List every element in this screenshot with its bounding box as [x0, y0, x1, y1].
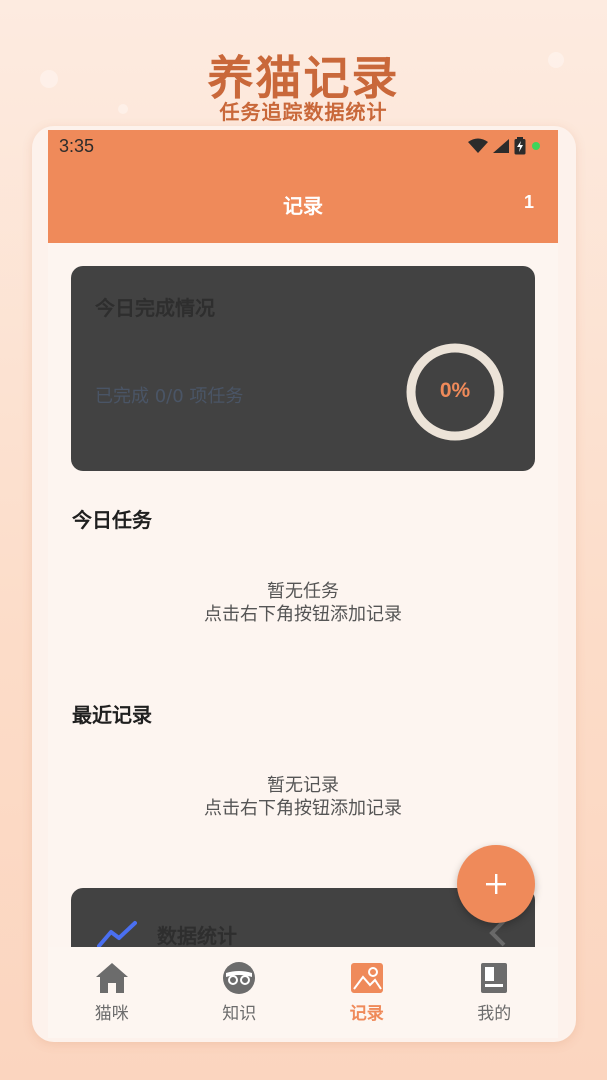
cat-face-icon [223, 962, 256, 994]
nav-item-cats[interactable]: 猫咪 [48, 947, 175, 1038]
today-tasks-empty: 暂无任务 点击右下角按钮添加记录 [48, 580, 558, 626]
nav-item-records[interactable]: 记录 [303, 947, 430, 1038]
add-record-button[interactable] [457, 845, 535, 923]
signal-icon [493, 139, 509, 153]
nav-label-records: 记录 [349, 1004, 384, 1024]
book-icon [481, 963, 508, 993]
wifi-icon [468, 138, 488, 153]
app-bar: 3:35 记录 1 [48, 130, 558, 243]
status-time: 3:35 [59, 136, 95, 156]
nav-item-mine[interactable]: 我的 [431, 947, 558, 1038]
nav-label-knowledge: 知识 [222, 1004, 257, 1024]
today-completion-title: 今日完成情况 [95, 296, 215, 320]
recent-records-empty: 暂无记录 点击右下角按钮添加记录 [48, 774, 558, 820]
nav-label-mine: 我的 [477, 1004, 512, 1024]
plus-icon [486, 874, 506, 894]
battery-icon [514, 137, 526, 155]
bottom-navigation: 猫咪 知识 记录 我的 [48, 947, 558, 1038]
today-tasks-heading: 今日任务 [72, 508, 152, 532]
nav-label-cats: 猫咪 [94, 1004, 129, 1024]
today-completion-subtitle: 已完成 0/0 项任务 [95, 386, 244, 407]
image-icon [350, 963, 383, 993]
dot-icon [532, 142, 540, 150]
today-completion-card: 今日完成情况 已完成 0/0 项任务 0% [71, 266, 535, 471]
promo-subtitle: 任务追踪数据统计 [219, 100, 388, 124]
app-screen: 3:35 记录 1 今日完成情况 已完成 0/0 项任务 0% 今日任务 暂无任… [48, 130, 558, 1038]
recent-records-empty-line2: 点击右下角按钮添加记录 [204, 798, 402, 819]
recent-records-empty-line1: 暂无记录 [267, 775, 339, 796]
recent-records-heading: 最近记录 [72, 703, 152, 727]
today-tasks-empty-line2: 点击右下角按钮添加记录 [204, 604, 402, 625]
nav-item-knowledge[interactable]: 知识 [176, 947, 303, 1038]
record-count-badge: 1 [523, 192, 534, 212]
data-statistics-title: 数据统计 [157, 924, 237, 948]
trend-chart-icon [97, 921, 137, 948]
page-title: 记录 [283, 194, 323, 218]
home-icon [95, 963, 128, 993]
progress-percent: 0% [439, 379, 471, 402]
today-tasks-empty-line1: 暂无任务 [267, 581, 339, 602]
status-icons [468, 137, 542, 155]
